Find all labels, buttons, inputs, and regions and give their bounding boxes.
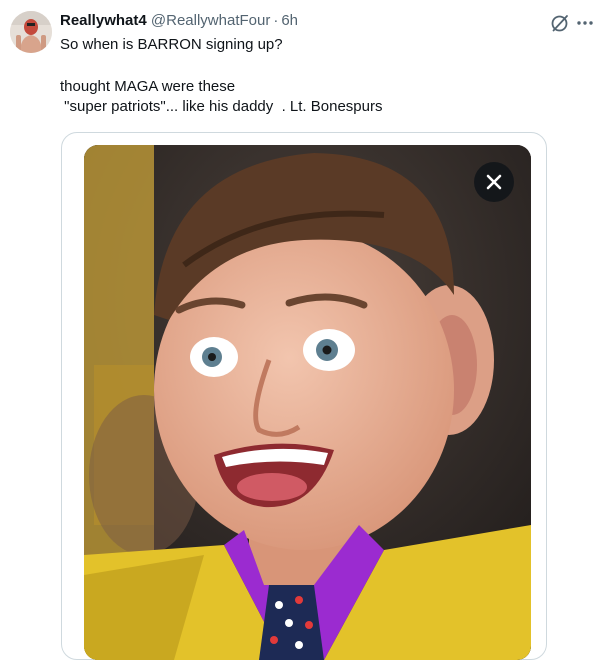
grok-icon[interactable] bbox=[549, 12, 571, 34]
display-name[interactable]: Reallywhat4 bbox=[60, 12, 147, 29]
tweet-card: Reallywhat4 @ReallywhatFour · 6h So when i… bbox=[0, 0, 600, 670]
tweet-timestamp[interactable]: 6h bbox=[281, 12, 298, 29]
close-button[interactable] bbox=[474, 162, 514, 202]
tweet-line-1: So when is BARRON signing up? bbox=[60, 36, 283, 53]
tweet-line-4: "super patriots"... like his daddy . Lt.… bbox=[60, 98, 383, 115]
separator-dot: · bbox=[273, 12, 279, 29]
avatar[interactable] bbox=[10, 11, 52, 53]
tweet-line-3: thought MAGA were these bbox=[60, 78, 236, 95]
tweet-header: Reallywhat4 @ReallywhatFour · 6h bbox=[60, 10, 298, 32]
tweet-text: So when is BARRON signing up? thought MA… bbox=[60, 35, 382, 117]
tweet-line-spacer bbox=[60, 55, 382, 77]
more-icon[interactable] bbox=[574, 12, 596, 34]
tweet-photo[interactable] bbox=[84, 145, 531, 660]
user-handle[interactable]: @ReallywhatFour bbox=[151, 12, 270, 29]
close-icon bbox=[486, 174, 502, 190]
